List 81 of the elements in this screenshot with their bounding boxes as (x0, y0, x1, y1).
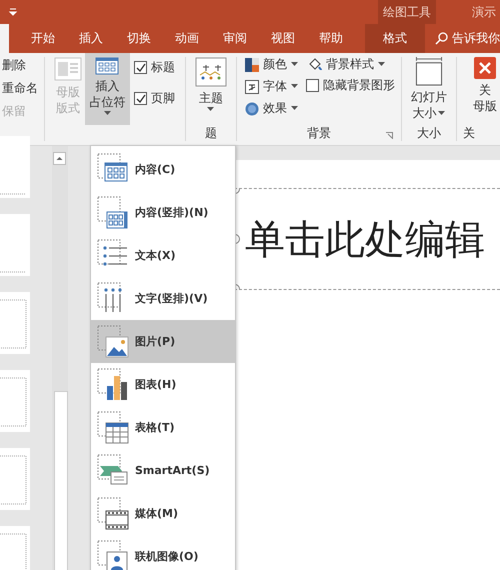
slide-thumbnail[interactable] (0, 292, 30, 354)
menu-item[interactable]: 内容(竖排)(N) (91, 191, 235, 234)
caret-icon (378, 62, 385, 67)
ribbon-tab[interactable]: 审阅 (211, 24, 259, 53)
caret-icon (104, 111, 111, 116)
chart-icon (97, 368, 129, 402)
ribbon-dropdown[interactable]: 效果 (242, 99, 300, 118)
ribbon-dropdown[interactable]: 字体 (242, 77, 300, 96)
menu-item[interactable]: 文本(X) (91, 234, 235, 277)
slide-size-button[interactable]: 幻灯片 大小 (408, 53, 450, 125)
button-label: 关 (478, 83, 491, 98)
menu-item[interactable]: 联机图像(O) (91, 535, 235, 570)
menu-item[interactable]: 图表(H) (91, 363, 235, 406)
ribbon-tab[interactable]: 开始 (19, 24, 67, 53)
button-label: 大小 (412, 106, 446, 121)
scroll-up-icon[interactable] (53, 152, 66, 165)
content-grid-icon (97, 196, 129, 230)
slide-thumbnail[interactable] (0, 214, 30, 276)
slide-thumbnail[interactable] (0, 526, 30, 570)
button-label: 母版 (472, 99, 497, 114)
ribbon-command[interactable]: 重命名 (2, 80, 38, 97)
caret-icon (290, 84, 298, 89)
insert-placeholder-button[interactable]: 插入 占位符 (84, 53, 130, 125)
button-label: 版式 (56, 101, 80, 116)
checkbox[interactable]: 页脚 (134, 90, 176, 107)
slide-thumbnail[interactable] (0, 136, 30, 198)
slide-thumbnail[interactable] (0, 370, 30, 432)
slide-thumbnail[interactable] (0, 448, 30, 510)
close-master-view-button[interactable]: 关 母版 (462, 53, 500, 125)
menu-item[interactable]: 媒体(M) (91, 492, 235, 535)
theme-button[interactable]: 主题 (192, 53, 230, 125)
button-label: 占位符 (89, 95, 126, 110)
close-icon (474, 57, 496, 79)
paint-bucket-icon (308, 58, 322, 72)
color-palette-icon (244, 58, 259, 72)
document-title: 演示 (472, 4, 496, 20)
checkbox[interactable]: 隐藏背景图形 (306, 77, 395, 94)
font-icon (244, 80, 259, 94)
scrollbar-thumb[interactable] (54, 391, 68, 570)
checkmark-icon (136, 94, 146, 104)
theme-icon (194, 57, 227, 87)
ribbon-tab[interactable]: 切换 (115, 24, 163, 53)
ribbon-tab[interactable]: 视图 (259, 24, 307, 53)
image-icon (97, 324, 129, 358)
button-label: 母版 (56, 85, 80, 100)
ribbon-tab[interactable]: 格式 (365, 24, 425, 53)
caret-icon (290, 62, 298, 67)
caret-icon (290, 106, 298, 111)
effects-icon (244, 102, 259, 116)
search-icon (435, 32, 448, 45)
group-label: 关 (462, 125, 475, 142)
ribbon-tab[interactable]: 动画 (163, 24, 211, 53)
menu-item[interactable]: 内容(C) (91, 148, 235, 191)
group-label: 题 (204, 125, 217, 142)
ribbon-command[interactable]: 删除 (2, 57, 38, 74)
caret-icon (207, 107, 214, 112)
button-label: 插入 (95, 79, 120, 94)
ribbon-dropdown[interactable]: 颜色 (242, 55, 300, 74)
group-label: 大小 (416, 125, 441, 142)
menu-item[interactable]: 表格(T) (91, 406, 235, 449)
ribbon-tab[interactable]: 插入 (67, 24, 115, 53)
checkbox[interactable]: 标题 (134, 59, 176, 76)
ribbon-tab[interactable]: 帮助 (307, 24, 355, 53)
title-text: 单击此处编辑 (245, 216, 485, 264)
film-icon (97, 496, 129, 530)
menu-item[interactable]: 图片(P) (91, 320, 235, 363)
menu-item[interactable]: 文字(竖排)(V) (91, 277, 235, 320)
table-icon (97, 410, 129, 444)
menu-item[interactable]: SmartArt(S) (91, 449, 235, 492)
button-label: 幻灯片 (410, 90, 447, 105)
placeholder-grid-icon (95, 57, 120, 75)
customize-icon[interactable] (8, 7, 18, 17)
background-styles-dropdown[interactable]: 背景样式 (306, 55, 395, 74)
checkmark-icon (136, 62, 146, 72)
group-label: 背景 (306, 125, 331, 142)
smartart-icon (97, 454, 129, 488)
tell-me-search[interactable]: 告诉我你 (425, 24, 500, 53)
tool-group-label: 绘图工具 (383, 4, 431, 20)
dialog-launcher-icon[interactable] (386, 132, 393, 139)
caret-icon (438, 111, 446, 116)
layout-icon (54, 57, 82, 81)
